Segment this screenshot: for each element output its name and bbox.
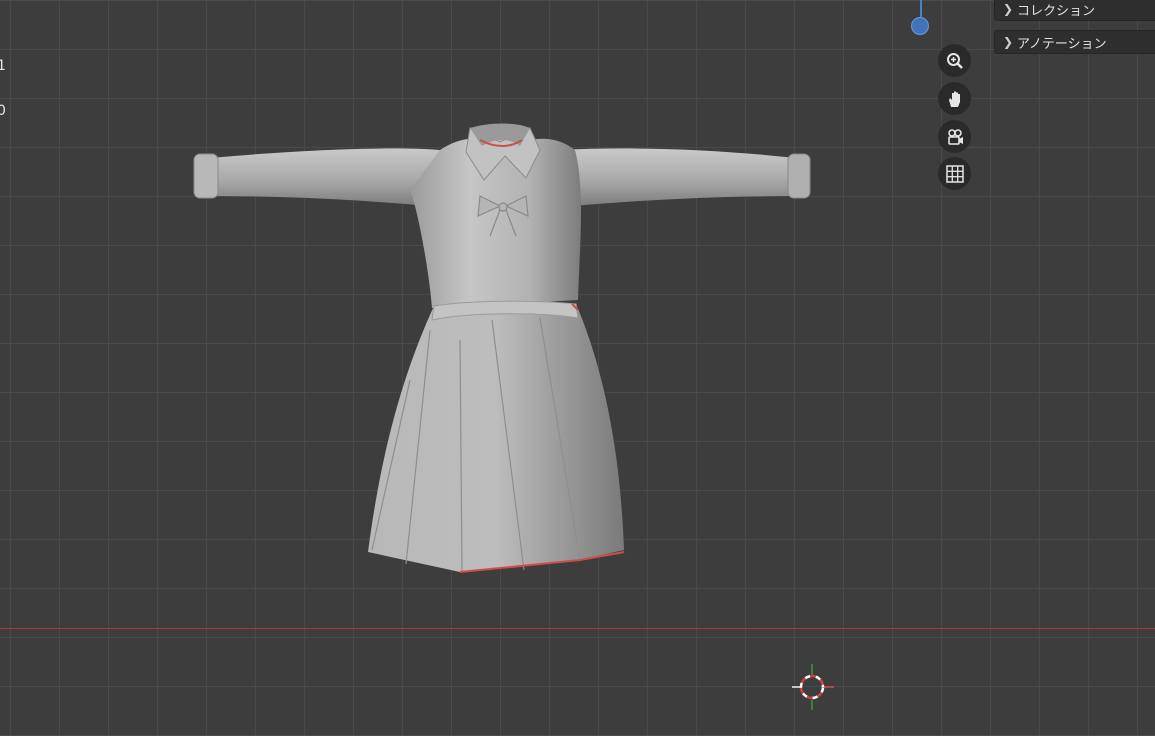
camera-icon xyxy=(947,128,963,145)
collection-panel[interactable]: ❯ コレクション xyxy=(994,0,1155,21)
annotation-label: アノテーション xyxy=(1017,36,1107,52)
pleated-skirt xyxy=(368,301,624,572)
collection-label: コレクション xyxy=(1017,3,1096,19)
right-cuff xyxy=(787,153,811,199)
pan-button[interactable] xyxy=(938,82,971,115)
uniform-mesh[interactable] xyxy=(0,0,1155,736)
annotation-panel[interactable]: ❯ アノテーション xyxy=(994,30,1155,54)
right-sleeve xyxy=(560,148,796,206)
3d-viewport[interactable]: 1 0 ❯ コレクション ❯ アノテーション xyxy=(0,0,1155,736)
zoom-icon xyxy=(946,52,963,69)
ortho-toggle-button[interactable] xyxy=(938,157,971,190)
zoom-button[interactable] xyxy=(938,44,971,77)
left-sleeve xyxy=(210,148,440,206)
left-cuff xyxy=(193,153,219,199)
grid-icon xyxy=(945,164,964,183)
3d-cursor-icon[interactable] xyxy=(790,662,834,712)
chevron-right-icon: ❯ xyxy=(1002,35,1014,49)
camera-view-button[interactable] xyxy=(938,120,971,153)
chevron-right-icon: ❯ xyxy=(1002,2,1014,16)
hand-icon xyxy=(948,91,960,107)
